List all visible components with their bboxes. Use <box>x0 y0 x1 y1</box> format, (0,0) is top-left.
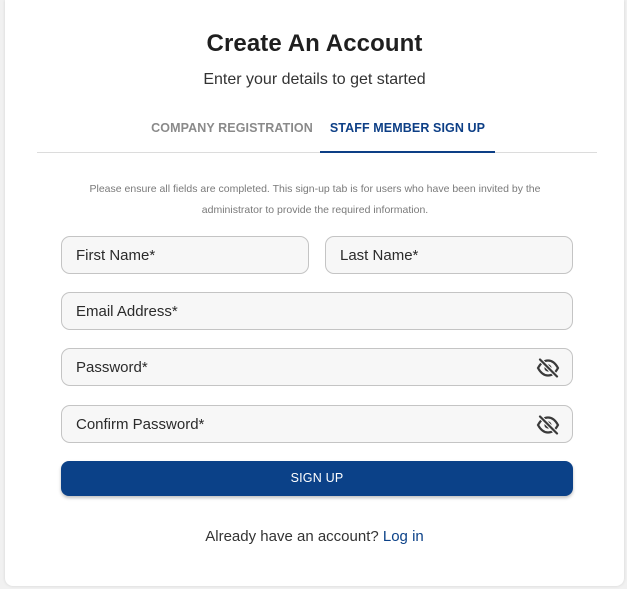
sign-up-button[interactable]: SIGN UP <box>61 461 573 496</box>
tab-staff-member-sign-up[interactable]: STAFF MEMBER SIGN UP <box>320 110 495 153</box>
eye-off-icon[interactable] <box>536 415 560 435</box>
confirm-password-field[interactable]: Confirm Password* <box>61 405 573 443</box>
page-title: Create An Account <box>206 30 423 57</box>
first-name-field[interactable]: First Name* <box>61 236 309 274</box>
signup-card: Create An Account Enter your details to … <box>5 0 624 586</box>
password-field[interactable]: Password* <box>61 348 573 386</box>
last-name-field[interactable]: Last Name* <box>325 236 573 274</box>
password-label: Password* <box>76 359 148 376</box>
confirm-password-label: Confirm Password* <box>76 416 205 433</box>
tab-bar: COMPANY REGISTRATION STAFF MEMBER SIGN U… <box>37 110 597 153</box>
page-subtitle: Enter your details to get started <box>203 71 426 88</box>
login-prompt-row: Already have an account? Log in <box>5 528 624 545</box>
email-field[interactable]: Email Address* <box>61 292 573 330</box>
login-link[interactable]: Log in <box>383 528 424 545</box>
email-label: Email Address* <box>76 303 178 320</box>
last-name-label: Last Name* <box>340 247 419 264</box>
first-name-label: First Name* <box>76 247 156 264</box>
tab-company-registration[interactable]: COMPANY REGISTRATION <box>145 110 319 151</box>
login-prompt-text: Already have an account? <box>205 528 379 545</box>
eye-off-icon[interactable] <box>536 358 560 378</box>
info-notice: Please ensure all fields are completed. … <box>89 183 541 216</box>
